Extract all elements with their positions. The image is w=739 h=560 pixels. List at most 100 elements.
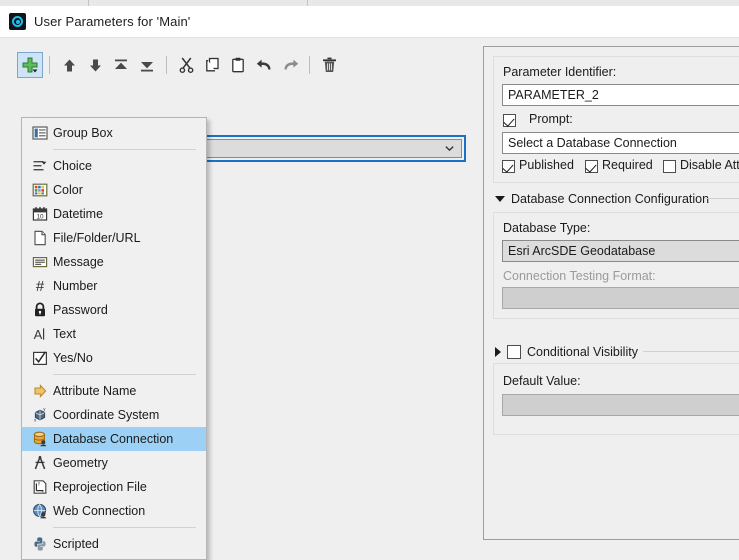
connection-testing-format-select: [502, 287, 739, 309]
copy-icon: [205, 57, 219, 72]
move-up-button[interactable]: [56, 52, 82, 78]
chevron-down-icon: [495, 196, 505, 202]
copy-button[interactable]: [199, 52, 225, 78]
prompt-checkbox[interactable]: [503, 114, 516, 127]
menu-item-choice[interactable]: Choice: [22, 154, 206, 178]
parameters-toolbar: [17, 52, 342, 78]
disable-attribute-checkbox[interactable]: [663, 160, 676, 173]
conditional-visibility-section-header[interactable]: Conditional Visibility: [495, 345, 638, 359]
connection-testing-format-label: Connection Testing Format:: [503, 269, 656, 283]
menu-item-web-connection[interactable]: Web Connection: [22, 499, 206, 523]
menu-item-label: Coordinate System: [53, 408, 160, 422]
required-label: Required: [602, 158, 653, 172]
menu-item-color[interactable]: Color: [22, 178, 206, 202]
menu-item-reprojection-file[interactable]: y x Reprojection File: [22, 475, 206, 499]
dialog-titlebar: User Parameters for 'Main': [0, 6, 739, 37]
move-to-bottom-button[interactable]: [134, 52, 160, 78]
trash-icon: [322, 57, 336, 72]
menu-separator-2: [53, 374, 196, 375]
menu-item-geometry[interactable]: Geometry: [22, 451, 206, 475]
published-checkbox[interactable]: [502, 160, 515, 173]
calendar-icon: 10: [27, 206, 53, 222]
conditional-visibility-header-rule: [643, 351, 739, 352]
menu-item-label: Password: [53, 303, 108, 317]
menu-item-file-folder-url[interactable]: File/Folder/URL: [22, 226, 206, 250]
undo-arrow-icon: [256, 59, 270, 69]
default-value-input: [502, 394, 739, 416]
parameter-identifier-input[interactable]: PARAMETER_2: [502, 84, 739, 106]
reprojection-file-icon: y x: [27, 479, 53, 495]
parameter-identity-group: Parameter Identifier: PARAMETER_2 Prompt…: [493, 56, 739, 183]
compass-icon: [27, 455, 53, 471]
green-plus-dropdown-icon: [22, 57, 38, 73]
menu-item-scripted[interactable]: Scripted: [22, 532, 206, 556]
menu-item-coordinate-system[interactable]: x y Coordinate System: [22, 403, 206, 427]
db-config-section-title: Database Connection Configuration: [511, 192, 710, 206]
redo-arrow-icon: [284, 59, 298, 69]
db-config-section-header[interactable]: Database Connection Configuration: [495, 192, 709, 206]
fme-parameter-icon: [9, 13, 26, 30]
user-parameters-dialog: User Parameters for 'Main' Group Box Cho…: [0, 0, 739, 560]
menu-item-label: Attribute Name: [53, 384, 137, 398]
menu-item-label: Geometry: [53, 456, 108, 470]
menu-item-group-box[interactable]: Group Box: [22, 121, 206, 145]
choice-icon: [27, 158, 53, 174]
menu-item-database-connection[interactable]: Database Connection: [22, 427, 206, 451]
arrow-up-icon: [63, 59, 75, 71]
color-palette-icon: [27, 182, 53, 198]
toolbar-divider-3: [309, 56, 310, 74]
hash-icon: #: [27, 278, 53, 294]
menu-item-label: Web Connection: [53, 504, 146, 518]
chevron-down-icon: [445, 146, 454, 151]
web-globe-icon: [27, 503, 53, 519]
file-icon: [27, 230, 53, 246]
cut-button[interactable]: [173, 52, 199, 78]
menu-item-label: Group Box: [53, 126, 113, 140]
parameter-identifier-label: Parameter Identifier:: [503, 65, 617, 79]
menu-item-label: Datetime: [53, 207, 104, 221]
menu-item-message[interactable]: Message: [22, 250, 206, 274]
menu-item-label: Yes/No: [53, 351, 93, 365]
arrow-to-bottom-icon: [141, 61, 153, 71]
chevron-right-icon: [495, 347, 501, 357]
delete-button[interactable]: [316, 52, 342, 78]
database-connection-config-group: Database Type: Esri ArcSDE Geodatabase C…: [493, 212, 739, 319]
dialog-body: Group Box Choice Color 10 Datetime File/…: [0, 38, 739, 560]
menu-item-number[interactable]: # Number: [22, 274, 206, 298]
menu-item-label: Color: [53, 183, 83, 197]
menu-separator-1: [53, 149, 196, 150]
redo-button[interactable]: [277, 52, 303, 78]
page-title: User Parameters for 'Main': [34, 14, 191, 29]
svg-text:10: 10: [36, 213, 44, 220]
lock-icon: [27, 302, 53, 318]
menu-item-password[interactable]: Password: [22, 298, 206, 322]
svg-text:y: y: [43, 407, 46, 411]
prompt-input[interactable]: Select a Database Connection: [502, 132, 739, 154]
required-checkbox[interactable]: [585, 160, 598, 173]
menu-item-label: Database Connection: [53, 432, 174, 446]
conditional-visibility-checkbox[interactable]: [507, 345, 521, 359]
prompt-label: Prompt:: [529, 112, 573, 126]
menu-item-text[interactable]: A Text: [22, 322, 206, 346]
db-config-header-rule: [706, 198, 739, 199]
default-value-group: Default Value:: [493, 363, 739, 435]
add-parameter-button[interactable]: [17, 52, 43, 78]
move-down-button[interactable]: [82, 52, 108, 78]
menu-item-attribute-name[interactable]: Attribute Name: [22, 379, 206, 403]
menu-item-datetime[interactable]: 10 Datetime: [22, 202, 206, 226]
disable-attribute-label: Disable Attri: [680, 158, 739, 172]
svg-text:A: A: [34, 327, 43, 342]
menu-separator-3: [53, 527, 196, 528]
paste-button[interactable]: [225, 52, 251, 78]
move-to-top-button[interactable]: [108, 52, 134, 78]
attribute-arrow-icon: [27, 383, 53, 399]
undo-button[interactable]: [251, 52, 277, 78]
toolbar-divider-1: [49, 56, 50, 74]
menu-item-label: Message: [53, 255, 104, 269]
menu-item-label: Scripted: [53, 537, 99, 551]
database-type-select[interactable]: Esri ArcSDE Geodatabase: [502, 240, 739, 262]
add-parameter-menu: Group Box Choice Color 10 Datetime File/…: [21, 117, 207, 560]
scissors-icon: [179, 57, 193, 73]
message-icon: [27, 254, 53, 270]
menu-item-yes-no[interactable]: Yes/No: [22, 346, 206, 370]
